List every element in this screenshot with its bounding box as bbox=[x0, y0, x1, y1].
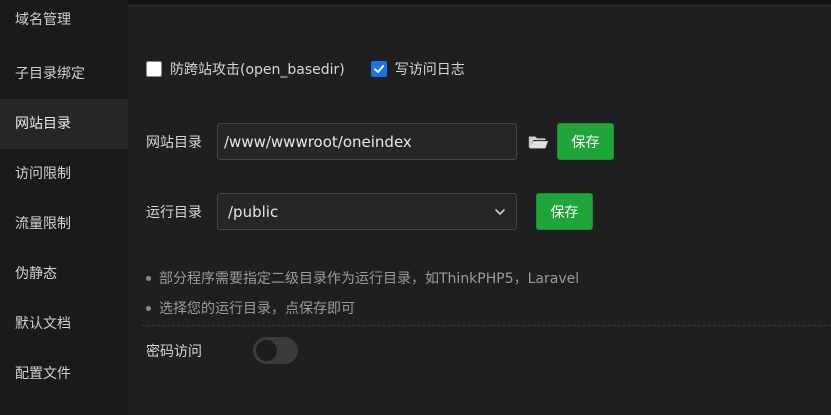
run-dir-label: 运行目录 bbox=[146, 204, 202, 221]
bullet-icon bbox=[146, 305, 151, 311]
run-dir-select[interactable]: /public bbox=[217, 193, 517, 230]
tips-list: 部分程序需要指定二级目录作为运行目录，如ThinkPHP5，Laravel 选择… bbox=[146, 263, 579, 323]
password-access-toggle[interactable] bbox=[253, 337, 298, 364]
sidebar: 域名管理 子目录绑定 网站目录 访问限制 流量限制 伪静态 默认文档 配置文件 bbox=[0, 0, 128, 415]
tip-item: 部分程序需要指定二级目录作为运行目录，如ThinkPHP5，Laravel bbox=[146, 263, 579, 293]
options-row: 防跨站攻击(open_basedir) 写访问日志 bbox=[146, 59, 491, 79]
top-border bbox=[128, 0, 831, 6]
run-dir-value: /public bbox=[228, 202, 279, 221]
sidebar-item-rewrite[interactable]: 伪静态 bbox=[0, 249, 128, 299]
sidebar-item-site-directory[interactable]: 网站目录 bbox=[0, 99, 128, 149]
access-log-label: 写访问日志 bbox=[394, 62, 465, 78]
run-dir-row: 运行目录 /public 保存 bbox=[146, 193, 593, 230]
site-dir-row: 网站目录 /www/wwwroot/oneindex 保存 bbox=[146, 123, 614, 160]
check-icon bbox=[373, 65, 384, 73]
open-basedir-label: 防跨站攻击(open_basedir) bbox=[170, 62, 345, 78]
main-panel: 防跨站攻击(open_basedir) 写访问日志 网站目录 /www/wwwr… bbox=[128, 7, 831, 415]
open-basedir-checkbox[interactable] bbox=[146, 61, 162, 77]
toggle-knob bbox=[256, 340, 277, 361]
access-log-option[interactable]: 写访问日志 bbox=[370, 59, 465, 79]
password-access-label: 密码访问 bbox=[146, 343, 202, 360]
sidebar-item-traffic-limit[interactable]: 流量限制 bbox=[0, 199, 128, 249]
sidebar-item-subdir-binding[interactable]: 子目录绑定 bbox=[0, 49, 128, 99]
bullet-icon bbox=[146, 275, 151, 281]
open-basedir-option[interactable]: 防跨站攻击(open_basedir) bbox=[146, 59, 345, 79]
site-dir-input[interactable]: /www/wwwroot/oneindex bbox=[217, 123, 517, 160]
dashed-divider bbox=[142, 325, 831, 326]
save-run-dir-button[interactable]: 保存 bbox=[536, 193, 593, 230]
access-log-checkbox[interactable] bbox=[370, 61, 387, 77]
folder-open-icon[interactable] bbox=[527, 130, 551, 154]
sidebar-item-access-limit[interactable]: 访问限制 bbox=[0, 149, 128, 199]
site-dir-label: 网站目录 bbox=[146, 134, 202, 151]
save-site-dir-button[interactable]: 保存 bbox=[557, 123, 614, 160]
password-access-row: 密码访问 bbox=[146, 337, 298, 364]
sidebar-item-config-file[interactable]: 配置文件 bbox=[0, 349, 128, 399]
sidebar-item-default-doc[interactable]: 默认文档 bbox=[0, 299, 128, 349]
chevron-down-icon bbox=[495, 208, 505, 215]
sidebar-item-domain[interactable]: 域名管理 bbox=[0, 0, 128, 49]
tip-item: 选择您的运行目录，点保存即可 bbox=[146, 293, 579, 323]
